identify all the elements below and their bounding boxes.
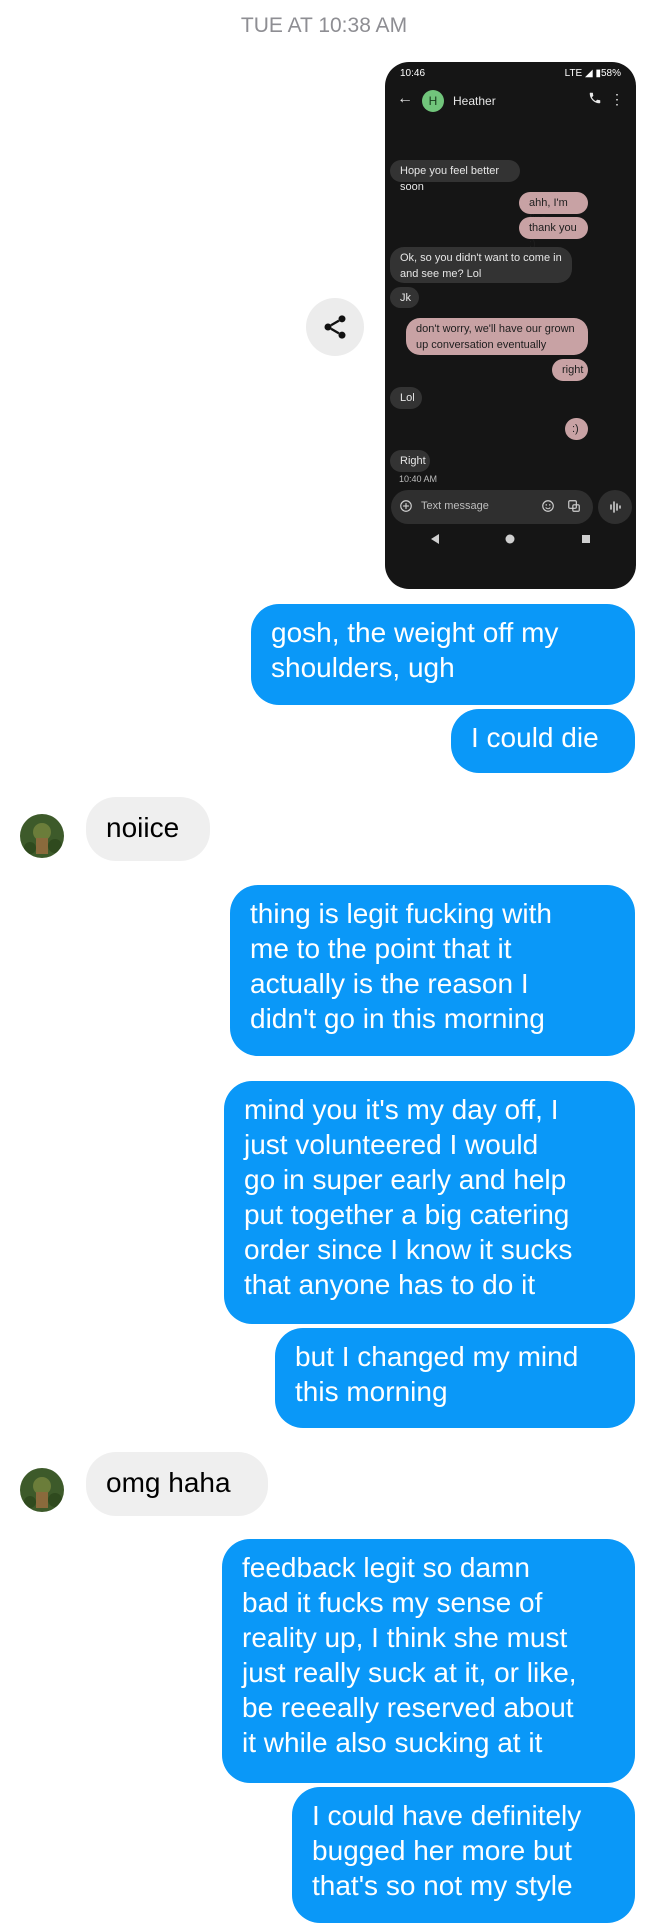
shot-message-time: 10:40 AM <box>399 474 438 484</box>
shot-message-out: thank you :) <box>519 217 588 250</box>
avatar[interactable] <box>20 1468 64 1512</box>
attach-icon <box>568 500 580 512</box>
status-bar: 10:46 LTE ◢ ▮58% <box>400 68 621 82</box>
shot-message-out: :) <box>565 418 588 440</box>
nav-recents-icon <box>582 535 590 543</box>
status-icons: LTE ◢ ▮58% <box>564 68 621 79</box>
nav-back-icon <box>431 534 439 544</box>
avatar[interactable] <box>20 814 64 858</box>
share-button[interactable] <box>306 298 364 356</box>
message-bubble-outgoing[interactable]: I could have definitely bugged her more … <box>292 1787 635 1923</box>
shot-message-out: ahh, I'm fine <box>519 192 588 225</box>
message-bubble-outgoing[interactable]: but I changed my mind this morning <box>275 1328 635 1428</box>
shot-message-in: Lol <box>390 387 422 409</box>
add-icon <box>400 500 412 512</box>
message-bubble-outgoing[interactable]: gosh, the weight off my shoulders, ugh <box>251 604 635 705</box>
back-arrow-icon: ← <box>397 90 413 107</box>
nav-home-icon <box>505 534 515 544</box>
phone-icon <box>589 92 601 104</box>
message-bubble-incoming[interactable]: noiice <box>86 797 210 861</box>
message-bubble-incoming[interactable]: omg haha <box>86 1452 268 1516</box>
message-bubble-outgoing[interactable]: feedback legit so damn bad it fucks my s… <box>222 1539 635 1783</box>
system-nav-bar <box>385 532 636 546</box>
shared-screenshot-image[interactable]: 10:46 LTE ◢ ▮58% ← H Heather ⋮ Hope you … <box>385 62 636 589</box>
share-icon <box>324 315 346 339</box>
shot-message-in: Right <box>390 450 430 472</box>
message-bubble-outgoing[interactable]: I could die <box>451 709 635 773</box>
chat-header: ← H Heather ⋮ <box>385 86 636 118</box>
voice-button <box>598 490 632 524</box>
shot-message-out: don't worry, we'll have our grown up con… <box>406 318 588 355</box>
status-time: 10:46 <box>400 68 426 79</box>
contact-avatar: H <box>422 90 444 112</box>
message-bubble-outgoing[interactable]: thing is legit fucking with me to the po… <box>230 885 635 1056</box>
shot-compose-bar: Text message <box>391 490 593 524</box>
shot-message-in: Ok, so you didn't want to come in and se… <box>390 247 572 283</box>
message-bubble-outgoing[interactable]: mind you it's my day off, I just volunte… <box>224 1081 635 1324</box>
shot-message-in: Jk <box>390 287 419 308</box>
voice-icon <box>610 501 621 513</box>
shot-message-in: Hope you feel better soon <box>390 160 520 193</box>
shot-message-out: right <box>552 359 588 381</box>
more-vert-icon: ⋮ <box>610 91 624 107</box>
contact-name: Heather <box>453 94 496 108</box>
compose-placeholder: Text message <box>421 500 489 512</box>
emoji-icon <box>542 500 554 512</box>
conversation-timestamp: TUE AT 10:38 AM <box>240 14 408 37</box>
